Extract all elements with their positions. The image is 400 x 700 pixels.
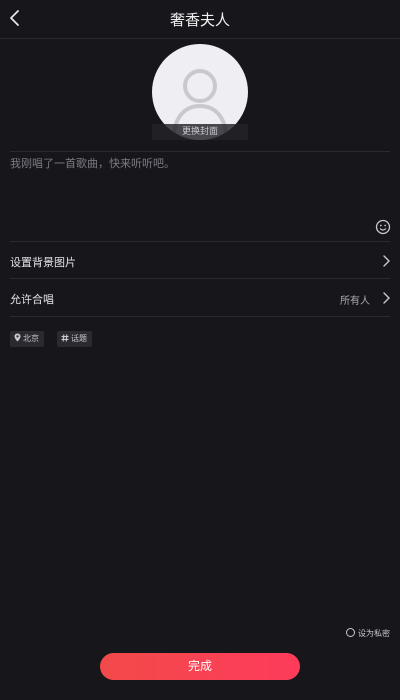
location-pin-icon (14, 333, 21, 342)
top-bar: 奢香夫人 (0, 0, 400, 38)
chevron-right-icon (383, 292, 390, 304)
allow-chorus-label: 允许合唱 (10, 293, 54, 306)
divider (10, 151, 390, 152)
divider (10, 316, 390, 317)
radio-circle-icon[interactable] (346, 628, 355, 637)
divider (10, 278, 390, 279)
allow-chorus-row[interactable]: 允许合唱 所有人 (10, 280, 390, 316)
set-private-toggle[interactable]: 设为私密 (346, 628, 390, 640)
change-cover-button[interactable]: 更换封面 (152, 124, 248, 140)
hashtag-icon (61, 333, 69, 342)
chevron-right-icon (383, 255, 390, 267)
description-input[interactable]: 我刚唱了一首歌曲，快来听听吧。 (10, 155, 372, 225)
set-background-label: 设置背景图片 (10, 256, 76, 269)
set-private-label: 设为私密 (358, 629, 390, 638)
allow-chorus-value: 所有人 (340, 296, 370, 307)
smiley-icon[interactable] (375, 219, 391, 235)
done-button[interactable]: 完成 (100, 653, 300, 680)
set-background-row[interactable]: 设置背景图片 (10, 243, 390, 279)
location-tag[interactable]: 北京 (10, 331, 44, 347)
topic-tag[interactable]: 话题 (57, 331, 92, 347)
topic-tag-label: 话题 (71, 334, 87, 343)
page-title: 奢香夫人 (169, 11, 230, 29)
header-divider (0, 38, 400, 39)
divider (10, 241, 390, 242)
location-tag-label: 北京 (23, 334, 39, 343)
